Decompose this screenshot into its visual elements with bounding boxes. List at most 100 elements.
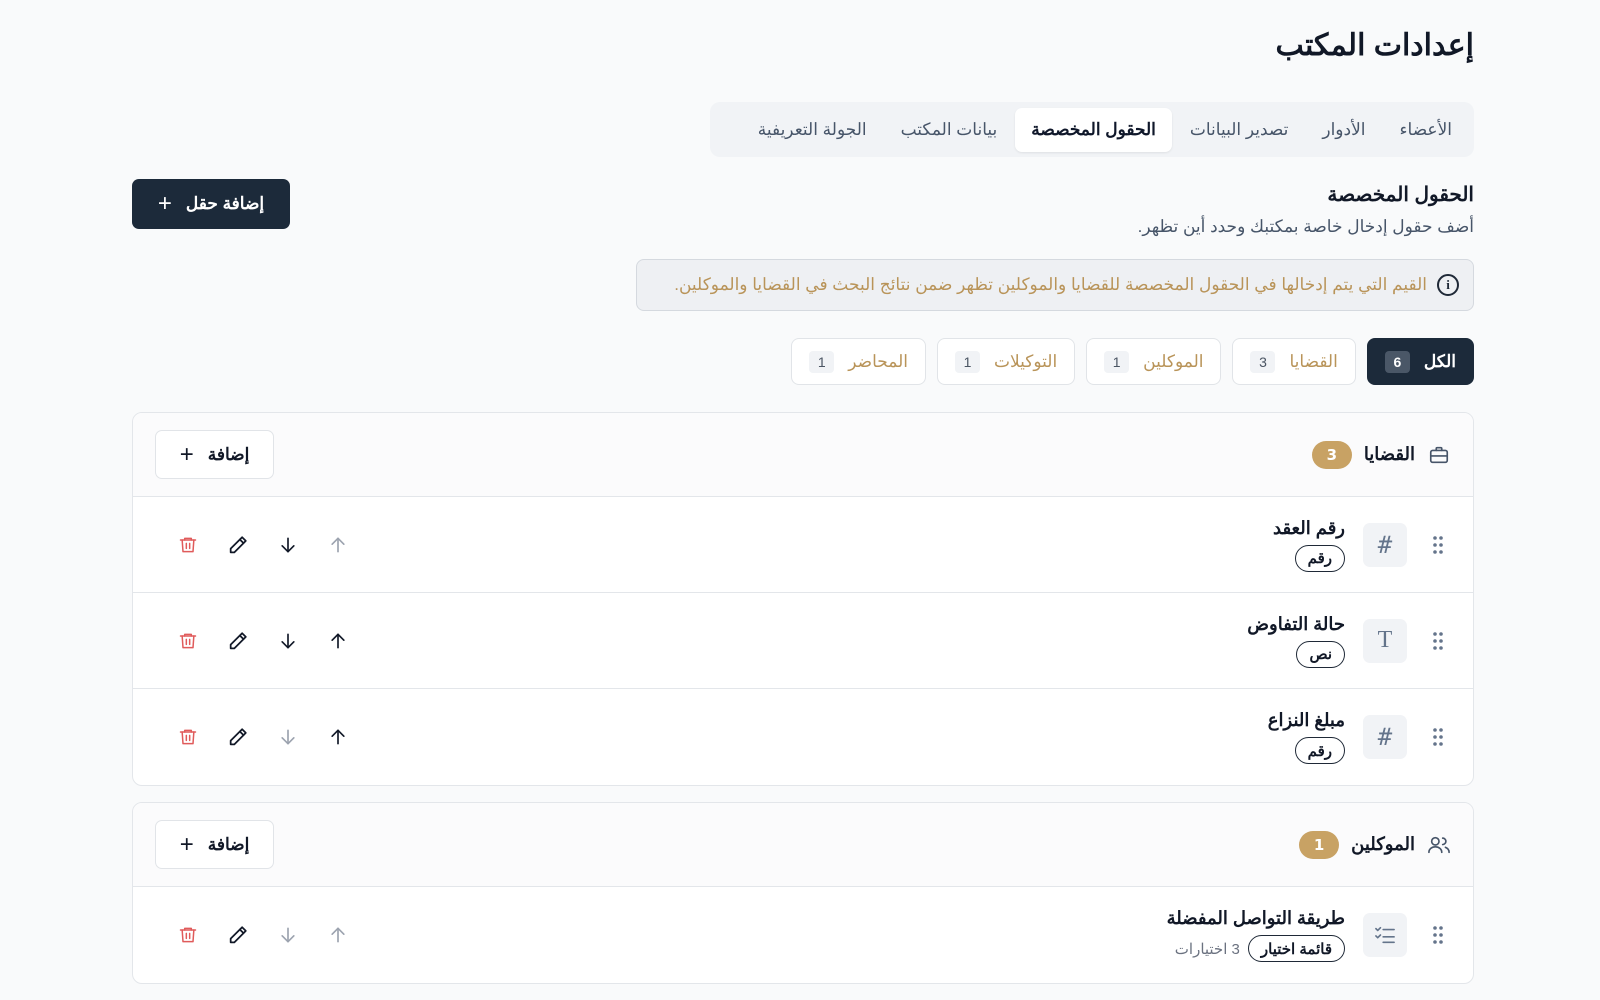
filter-all[interactable]: الكل 6 bbox=[1366, 338, 1474, 385]
trash-icon bbox=[179, 927, 197, 943]
field-type-badge: قائمة اختيار bbox=[1247, 935, 1345, 962]
add-client-field-button[interactable]: إضافة + bbox=[155, 820, 274, 869]
hash-icon: # bbox=[1363, 715, 1407, 759]
filter-count: 6 bbox=[1384, 350, 1410, 373]
add-label: إضافة bbox=[207, 444, 250, 464]
field-name: رقم العقد bbox=[1273, 517, 1345, 538]
users-icon bbox=[1427, 833, 1451, 857]
edit-button[interactable] bbox=[213, 717, 263, 757]
delete-button[interactable] bbox=[163, 915, 213, 955]
field-type-badge: نص bbox=[1296, 640, 1345, 668]
move-down-button[interactable] bbox=[263, 621, 313, 661]
tab-members[interactable]: الأعضاء bbox=[1384, 108, 1468, 152]
move-up-button[interactable] bbox=[313, 915, 363, 955]
tab-data-export[interactable]: تصدير البيانات bbox=[1174, 108, 1305, 152]
filter-reports[interactable]: المحاضر 1 bbox=[791, 338, 926, 385]
pencil-icon bbox=[229, 631, 247, 649]
filter-clients[interactable]: الموكلين 1 bbox=[1086, 338, 1222, 385]
edit-button[interactable] bbox=[213, 915, 263, 955]
drag-handle-icon[interactable] bbox=[1425, 535, 1451, 555]
drag-handle-icon[interactable] bbox=[1425, 925, 1451, 945]
arrow-up-icon bbox=[331, 927, 345, 943]
field-type-badge: رقم bbox=[1294, 737, 1345, 764]
office-settings-page: إعدادات المكتب الأعضاء الأدوار تصدير الب… bbox=[0, 0, 1600, 1000]
tab-office-info[interactable]: بيانات المكتب bbox=[885, 108, 1014, 152]
section-title: الحقول المخصصة bbox=[1327, 184, 1474, 206]
pencil-icon bbox=[229, 926, 247, 944]
options-count: 3 اختيارات bbox=[1174, 940, 1240, 958]
card-title-group: القضايا 3 bbox=[1311, 440, 1451, 469]
add-case-field-button[interactable]: إضافة + bbox=[155, 430, 274, 479]
filter-label: التوكيلات bbox=[993, 351, 1058, 371]
field-type-row: نص bbox=[1296, 640, 1345, 668]
field-type-badge: رقم bbox=[1294, 544, 1345, 572]
move-down-button[interactable] bbox=[263, 915, 313, 955]
field-type-row: رقم bbox=[1294, 737, 1345, 764]
edit-button[interactable] bbox=[213, 621, 263, 661]
pencil-icon bbox=[229, 728, 247, 746]
field-row: # رقم العقد رقم bbox=[133, 497, 1473, 593]
list-check-icon bbox=[1363, 913, 1407, 957]
trash-icon bbox=[179, 729, 197, 745]
field-type-row: رقم bbox=[1294, 544, 1345, 572]
filter-count: 1 bbox=[954, 350, 980, 373]
filter-powers-of-attorney[interactable]: التوكيلات 1 bbox=[936, 338, 1076, 385]
plus-icon: + bbox=[157, 190, 172, 217]
trash-icon bbox=[179, 633, 197, 648]
filter-count: 1 bbox=[1104, 350, 1130, 373]
card-header: الموكلين 1 إضافة + bbox=[133, 803, 1473, 887]
arrow-down-icon bbox=[281, 633, 295, 648]
add-field-label: إضافة حقل bbox=[185, 194, 265, 213]
count-badge: 3 bbox=[1311, 440, 1352, 469]
filter-cases[interactable]: القضايا 3 bbox=[1232, 338, 1356, 385]
field-text: مبلغ النزاع رقم bbox=[1268, 710, 1345, 764]
delete-button[interactable] bbox=[163, 717, 213, 757]
field-row: # مبلغ النزاع رقم bbox=[133, 689, 1473, 785]
edit-button[interactable] bbox=[213, 525, 263, 565]
move-down-button[interactable] bbox=[263, 525, 313, 565]
filter-label: الكل bbox=[1423, 351, 1456, 371]
section-subtitle: أضف حقول إدخال خاصة بمكتبك وحدد أين تظهر… bbox=[1137, 217, 1474, 236]
field-name: طريقة التواصل المفضلة bbox=[1166, 908, 1345, 928]
tab-roles[interactable]: الأدوار bbox=[1306, 108, 1381, 152]
briefcase-icon bbox=[1427, 443, 1451, 467]
search-info-notice: i القيم التي يتم إدخالها في الحقول المخص… bbox=[636, 259, 1474, 311]
field-actions bbox=[163, 621, 363, 661]
text-type-icon: T bbox=[1363, 618, 1407, 663]
plus-icon: + bbox=[179, 830, 194, 858]
pencil-icon bbox=[229, 535, 247, 553]
tab-custom-fields[interactable]: الحقول المخصصة bbox=[1015, 107, 1172, 152]
card-title: الموكلين bbox=[1351, 834, 1415, 854]
delete-button[interactable] bbox=[163, 621, 213, 661]
move-up-button[interactable] bbox=[313, 717, 363, 757]
card-title-group: الموكلين 1 bbox=[1299, 830, 1451, 859]
cases-fields-card: القضايا 3 إضافة + # رقم العقد رقم T حالة… bbox=[132, 412, 1474, 786]
field-actions bbox=[163, 525, 363, 565]
field-row: طريقة التواصل المفضلة قائمة اختيار 3 اخت… bbox=[133, 887, 1473, 983]
move-down-button[interactable] bbox=[263, 717, 313, 757]
page-title: إعدادات المكتب bbox=[1275, 29, 1475, 62]
filter-label: الموكلين bbox=[1143, 351, 1204, 371]
arrow-down-icon bbox=[281, 729, 295, 745]
field-name: مبلغ النزاع bbox=[1267, 710, 1345, 730]
delete-button[interactable] bbox=[163, 525, 213, 565]
field-info: # رقم العقد رقم bbox=[1273, 518, 1451, 572]
tab-onboarding-tour[interactable]: الجولة التعريفية bbox=[742, 108, 883, 152]
drag-handle-icon[interactable] bbox=[1425, 727, 1451, 747]
field-actions bbox=[163, 717, 363, 757]
field-filters: الكل 6 القضايا 3 الموكلين 1 التوكيلات 1 … bbox=[791, 338, 1474, 385]
filter-count: 3 bbox=[1250, 350, 1276, 373]
count-badge: 1 bbox=[1299, 830, 1340, 859]
field-text: رقم العقد رقم bbox=[1273, 518, 1345, 572]
plus-icon: + bbox=[179, 440, 194, 468]
move-up-button[interactable] bbox=[313, 621, 363, 661]
section-header: الحقول المخصصة أضف حقول إدخال خاصة بمكتب… bbox=[1138, 182, 1474, 237]
arrow-up-icon bbox=[331, 537, 345, 552]
arrow-down-icon bbox=[281, 537, 295, 552]
add-field-button[interactable]: إضافة حقل + bbox=[132, 179, 290, 229]
move-up-button[interactable] bbox=[313, 525, 363, 565]
drag-handle-icon[interactable] bbox=[1425, 631, 1451, 651]
card-header: القضايا 3 إضافة + bbox=[133, 413, 1473, 497]
add-label: إضافة bbox=[207, 834, 250, 854]
field-name: حالة التفاوض bbox=[1247, 613, 1345, 634]
